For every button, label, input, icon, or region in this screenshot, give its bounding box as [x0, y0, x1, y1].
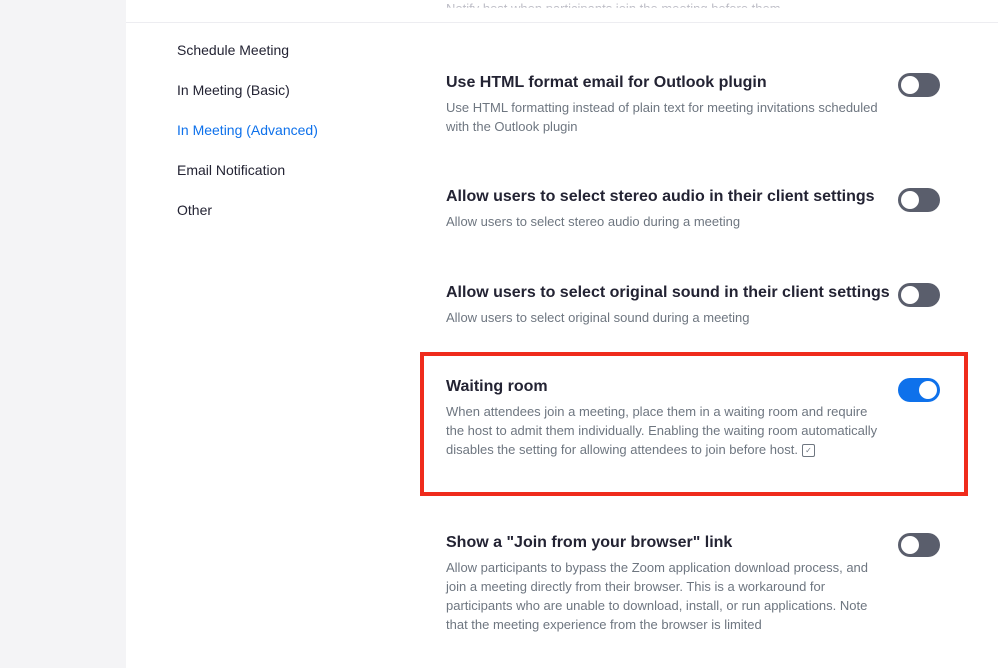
- nav-item-email-notification[interactable]: Email Notification: [177, 160, 377, 180]
- toggle-knob: [901, 191, 919, 209]
- toggle-join-from-browser[interactable]: [898, 533, 940, 557]
- setting-title: Allow users to select original sound in …: [446, 284, 890, 301]
- toggle-original-sound[interactable]: [898, 283, 940, 307]
- info-icon[interactable]: ✓: [801, 444, 815, 458]
- setting-html-email: Use HTML format email for Outlook plugin…: [446, 72, 886, 136]
- nav-item-in-meeting-advanced[interactable]: In Meeting (Advanced): [177, 120, 377, 140]
- toggle-waiting-room[interactable]: [898, 378, 940, 402]
- toggle-knob: [901, 536, 919, 554]
- left-gutter: [0, 0, 126, 668]
- setting-description: Use HTML formatting instead of plain tex…: [446, 100, 878, 134]
- settings-nav: Schedule Meeting In Meeting (Basic) In M…: [177, 40, 377, 240]
- setting-description: Allow users to select original sound dur…: [446, 310, 750, 325]
- toggle-html-email[interactable]: [898, 73, 940, 97]
- toggle-stereo-audio[interactable]: [898, 188, 940, 212]
- setting-join-from-browser: Show a "Join from your browser" link All…: [446, 532, 886, 634]
- setting-title: Use HTML format email for Outlook plugin: [446, 74, 767, 91]
- setting-title: Allow users to select stereo audio in th…: [446, 188, 875, 205]
- toggle-knob: [901, 76, 919, 94]
- setting-description: Allow users to select stereo audio durin…: [446, 214, 741, 229]
- setting-waiting-room: Waiting room When attendees join a meeti…: [446, 376, 886, 459]
- toggle-knob: [919, 381, 937, 399]
- setting-stereo-audio: Allow users to select stereo audio in th…: [446, 186, 886, 231]
- nav-item-other[interactable]: Other: [177, 200, 377, 220]
- nav-item-in-meeting-basic[interactable]: In Meeting (Basic): [177, 80, 377, 100]
- setting-title: Show a "Join from your browser" link: [446, 534, 733, 551]
- setting-description: Allow participants to bypass the Zoom ap…: [446, 560, 869, 632]
- nav-item-schedule-meeting[interactable]: Schedule Meeting: [177, 40, 377, 60]
- setting-description: When attendees join a meeting, place the…: [446, 402, 886, 459]
- setting-original-sound: Allow users to select original sound in …: [446, 282, 890, 327]
- setting-title: Waiting room: [446, 378, 548, 395]
- toggle-knob: [901, 286, 919, 304]
